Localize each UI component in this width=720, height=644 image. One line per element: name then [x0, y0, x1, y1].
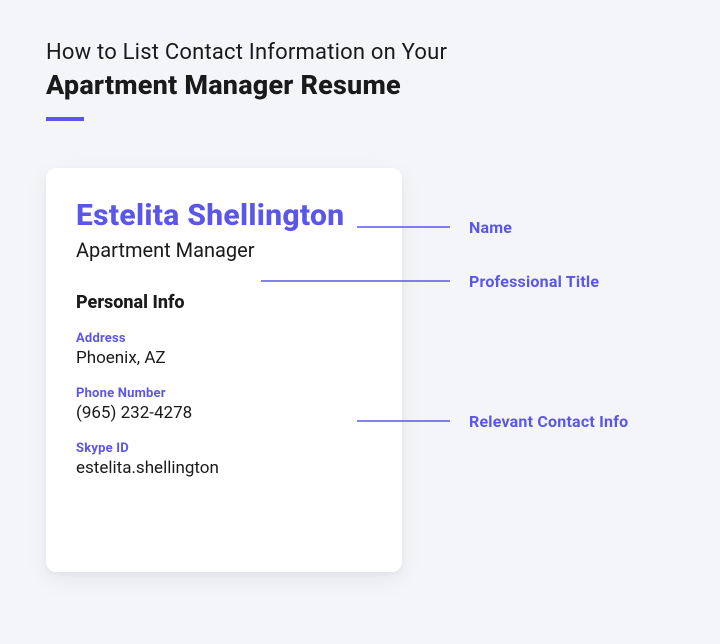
heading-underline	[46, 117, 84, 121]
heading-light: How to List Contact Information on Your	[46, 40, 674, 65]
resume-card: Estelita Shellington Apartment Manager P…	[46, 168, 402, 572]
phone-label: Phone Number	[76, 386, 372, 401]
skype-label: Skype ID	[76, 441, 372, 456]
address-value: Phoenix, AZ	[76, 348, 372, 368]
skype-value: estelita.shellington	[76, 458, 372, 478]
annotation-title: Professional Title	[469, 272, 599, 291]
heading-bold: Apartment Manager Resume	[46, 69, 674, 101]
info-block-skype: Skype ID estelita.shellington	[76, 441, 372, 478]
address-label: Address	[76, 331, 372, 346]
annotation-contact: Relevant Contact Info	[469, 412, 628, 431]
job-title: Apartment Manager	[76, 238, 372, 262]
person-name: Estelita Shellington	[76, 198, 372, 234]
annotation-name: Name	[469, 218, 512, 237]
info-block-phone: Phone Number (965) 232-4278	[76, 386, 372, 423]
section-title: Personal Info	[76, 292, 372, 313]
phone-value: (965) 232-4278	[76, 403, 372, 423]
info-block-address: Address Phoenix, AZ	[76, 331, 372, 368]
